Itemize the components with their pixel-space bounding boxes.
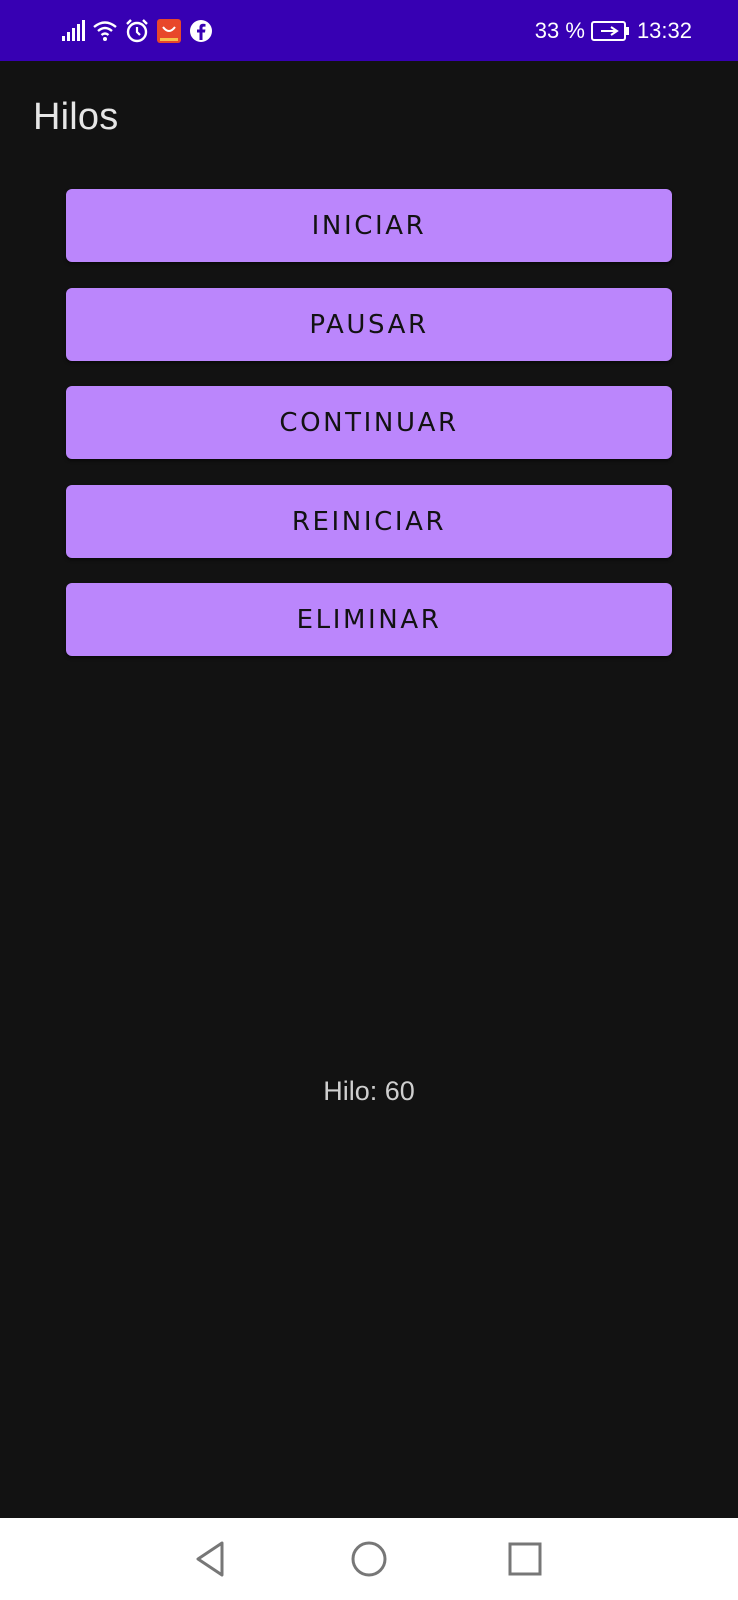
pausar-button[interactable]: PAUSAR bbox=[66, 288, 672, 361]
signal-icon bbox=[62, 20, 85, 41]
aliexpress-icon bbox=[157, 19, 181, 43]
battery-charging-icon bbox=[590, 21, 629, 41]
iniciar-button[interactable]: INICIAR bbox=[66, 189, 672, 262]
wifi-icon bbox=[93, 21, 117, 41]
status-info-right: 33 % 13:32 bbox=[535, 16, 692, 46]
battery-percent: 33 % bbox=[534, 18, 585, 43]
page-title: Hilos bbox=[33, 96, 119, 138]
eliminar-button[interactable]: ELIMINAR bbox=[66, 583, 672, 656]
continuar-button[interactable]: CONTINUAR bbox=[66, 386, 672, 459]
status-bar: 33 % 13:32 bbox=[0, 0, 738, 61]
alarm-icon bbox=[126, 19, 148, 43]
clock: 13:32 bbox=[636, 18, 692, 43]
status-icons-left bbox=[60, 18, 214, 44]
facebook-icon bbox=[190, 20, 212, 42]
recents-icon[interactable] bbox=[504, 1538, 546, 1580]
home-icon[interactable] bbox=[348, 1538, 390, 1580]
back-icon[interactable] bbox=[190, 1538, 232, 1580]
reiniciar-button[interactable]: REINICIAR bbox=[66, 485, 672, 558]
system-nav-bar bbox=[0, 1518, 738, 1600]
thread-counter-text: Hilo: 60 bbox=[323, 1076, 415, 1106]
app-screen: 33 % 13:32 Hilos INICIAR PAUSAR CONTINUA… bbox=[0, 0, 738, 1600]
